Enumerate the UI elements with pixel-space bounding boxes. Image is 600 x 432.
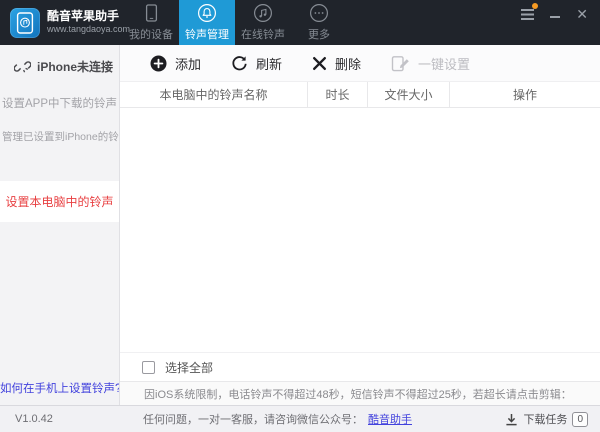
status-bar: V1.0.42 任何问题，一对一客服，请咨询微信公众号： 酷音助手 下载任务 0 (0, 405, 600, 432)
app-logo-area: 酷音苹果助手 www.tangdaoya.com (0, 0, 130, 45)
column-header-action[interactable]: 操作 (450, 82, 600, 107)
hamburger-icon (521, 8, 535, 20)
music-circle-icon (253, 3, 273, 23)
close-icon: ✕ (576, 6, 588, 22)
refresh-icon (232, 55, 247, 70)
select-all-checkbox[interactable] (142, 360, 155, 374)
tab-label: 在线铃声 (241, 29, 285, 41)
column-header-filesize[interactable]: 文件大小 (368, 82, 450, 107)
app-url: www.tangdaoya.com (47, 24, 131, 35)
version-label: V1.0.42 (15, 413, 53, 425)
title-bar: 酷音苹果助手 www.tangdaoya.com 我的设备 铃声管理 在线铃声 … (0, 0, 600, 45)
app-logo-icon (10, 7, 40, 38)
device-phone-icon (145, 3, 158, 23)
tab-more[interactable]: 更多 (291, 0, 347, 45)
wechat-account-link[interactable]: 酷音助手 (368, 411, 412, 427)
support-info: 任何问题，一对一客服，请咨询微信公众号： 酷音助手 (143, 411, 412, 427)
close-button[interactable]: ✕ (576, 7, 588, 21)
ios-limit-notice-text: 因iOS系统限制，电话铃声不得超过48秒，短信铃声不得超过25秒，若超长请点击剪… (144, 388, 572, 401)
select-all-row: 选择全部 (120, 352, 600, 381)
ringtone-table-body (120, 108, 600, 352)
sidebar-item-local-ringtones[interactable]: 设置本电脑中的铃声 (0, 181, 119, 222)
window-controls: ✕ (521, 3, 588, 21)
phone-music-icon (16, 11, 34, 34)
tab-label: 我的设备 (129, 29, 173, 41)
minimize-button[interactable] (550, 7, 561, 21)
app-name: 酷音苹果助手 (47, 9, 120, 24)
menu-button[interactable] (521, 3, 539, 21)
add-label: 添加 (175, 56, 202, 72)
tab-label: 铃声管理 (185, 29, 229, 41)
main-nav: 我的设备 铃声管理 在线铃声 更多 (123, 0, 347, 45)
toolbar: 添加 刷新 删除 一键设置 (120, 45, 600, 82)
connection-status: iPhone未连接 (0, 45, 119, 86)
one-click-set-label: 一键设置 (418, 56, 471, 72)
ringtone-table-header: 本电脑中的铃声名称 时长 文件大小 操作 (120, 82, 600, 108)
support-text: 任何问题，一对一客服，请咨询微信公众号： (143, 414, 363, 426)
notification-dot (532, 3, 539, 9)
sidebar: iPhone未连接 设置APP中下载的铃声 管理已设置到iPhone的铃声 设置… (0, 45, 120, 405)
delete-label: 删除 (335, 56, 362, 72)
delete-button[interactable]: 删除 (312, 54, 361, 73)
phone-edit-icon (391, 55, 409, 71)
add-icon (150, 55, 167, 71)
connection-status-label: iPhone未连接 (37, 60, 114, 74)
minimize-icon (550, 16, 561, 18)
content-area: iPhone未连接 设置APP中下载的铃声 管理已设置到iPhone的铃声 设置… (0, 45, 600, 405)
download-tasks-button[interactable]: 下载任务 0 (505, 411, 588, 427)
ios-limit-notice: 因iOS系统限制，电话铃声不得超过48秒，短信铃声不得超过25秒，若超长请点击剪… (120, 381, 600, 405)
main-panel: 添加 刷新 删除 一键设置 本电脑中的铃声名称 时长 文件大小 操作 选择全部 … (120, 45, 600, 405)
refresh-button[interactable]: 刷新 (231, 54, 282, 73)
download-count-badge: 0 (572, 411, 588, 427)
more-ellipsis-icon (309, 3, 329, 23)
disconnected-link-icon (14, 61, 31, 73)
download-icon (506, 413, 518, 425)
download-tasks-label: 下载任务 (523, 414, 568, 426)
add-button[interactable]: 添加 (150, 54, 201, 73)
bell-circle-icon (197, 3, 217, 23)
column-header-duration[interactable]: 时长 (308, 82, 368, 107)
refresh-label: 刷新 (256, 56, 283, 72)
tab-online-ringtones[interactable]: 在线铃声 (235, 0, 291, 45)
sidebar-item-iphone-ringtones[interactable]: 管理已设置到iPhone的铃声 (0, 120, 119, 153)
help-link[interactable]: 如何在手机上设置铃声? (0, 380, 119, 396)
sidebar-item-app-ringtones[interactable]: 设置APP中下载的铃声 (0, 86, 119, 120)
column-header-name[interactable]: 本电脑中的铃声名称 (120, 82, 308, 107)
one-click-set-button[interactable]: 一键设置 (391, 54, 470, 73)
tab-label: 更多 (308, 29, 330, 41)
tab-my-devices[interactable]: 我的设备 (123, 0, 179, 45)
delete-x-icon (313, 56, 327, 70)
app-window: 酷音苹果助手 www.tangdaoya.com 我的设备 铃声管理 在线铃声 … (0, 0, 600, 432)
tab-ringtone-manage[interactable]: 铃声管理 (179, 0, 235, 45)
app-title-block: 酷音苹果助手 www.tangdaoya.com (47, 9, 130, 35)
select-all-label: 选择全部 (165, 360, 214, 375)
